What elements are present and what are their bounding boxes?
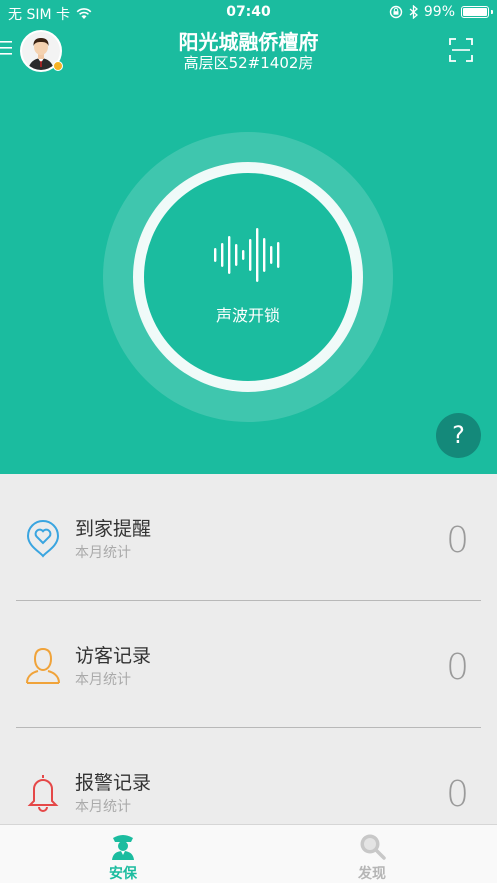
scan-icon[interactable] (449, 38, 473, 62)
list-item-subtitle: 本月统计 (75, 545, 131, 561)
battery-icon (461, 6, 493, 18)
list-item-count: 0 (446, 647, 469, 688)
help-button[interactable]: ? (436, 413, 481, 458)
list-item-title: 到家提醒 (75, 518, 152, 540)
list-item-arrival-reminder[interactable]: 到家提醒 本月统计 0 (0, 474, 497, 601)
rotation-lock-icon (389, 5, 403, 19)
tab-label: 发现 (358, 866, 386, 882)
list-item-visitor-records[interactable]: 访客记录 本月统计 0 (0, 601, 497, 728)
sound-wave-icon (214, 228, 280, 282)
unlock-label: 声波开锁 (215, 306, 280, 325)
tab-label: 安保 (109, 866, 137, 882)
guard-icon (112, 835, 134, 860)
tab-bar: 安保 发现 (0, 824, 497, 883)
header-subtitle: 高层区52#1402房 (183, 54, 314, 72)
header: 阳光城融侨檀府 高层区52#1402房 (0, 24, 497, 76)
bell-icon (27, 775, 59, 812)
list-item-count: 0 (446, 774, 469, 815)
list-item-subtitle: 本月统计 (75, 799, 131, 815)
battery-percent: 99% (423, 4, 455, 20)
list-item-title: 报警记录 (75, 772, 152, 794)
tab-security[interactable]: 安保 (63, 825, 183, 883)
discover-search-icon (360, 834, 386, 860)
status-bar: 无 SIM 卡 07:40 99% (0, 0, 497, 24)
heart-pin-icon (26, 519, 60, 558)
hero-panel: 无 SIM 卡 07:40 99% 阳光城融侨檀府 高层区52#1402房 声波… (0, 0, 497, 474)
list-item-title: 访客记录 (75, 645, 152, 667)
list-item-count: 0 (446, 520, 469, 561)
header-title: 阳光城融侨檀府 (178, 30, 319, 54)
bluetooth-icon (409, 5, 418, 19)
record-list: 到家提醒 本月统计 0 访客记录 本月统计 0 报警记录 本月统计 0 (0, 474, 497, 824)
person-icon (26, 647, 60, 684)
status-right: 99% (389, 4, 493, 20)
tab-discover[interactable]: 发现 (312, 825, 432, 883)
list-item-subtitle: 本月统计 (75, 672, 131, 688)
